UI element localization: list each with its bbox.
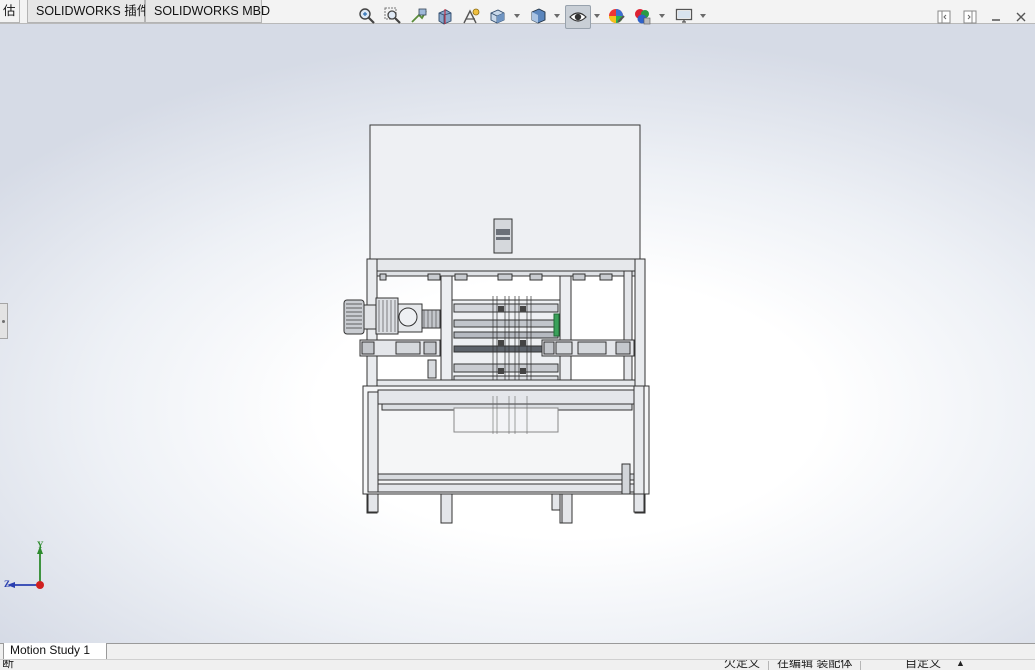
zoom-to-area-icon[interactable] (383, 6, 403, 26)
edit-appearance-icon[interactable] (606, 6, 626, 26)
hide-show-dropdown[interactable] (593, 12, 600, 20)
status-left-text: 断 (2, 659, 15, 670)
reference-triad: Y Z (2, 540, 52, 592)
view-orientation-dropdown[interactable] (513, 12, 520, 20)
status-bar: 断 欠定义 在编辑 装配体 自定义 ▲ (0, 659, 1035, 670)
view-orientation-icon[interactable] (487, 6, 507, 26)
section-view-icon[interactable] (435, 6, 455, 26)
apply-scene-dropdown[interactable] (658, 12, 665, 20)
view-settings-dropdown[interactable] (699, 12, 706, 20)
display-style-icon[interactable] (528, 6, 548, 26)
upper-frame-top-rail (366, 258, 646, 272)
status-separator (768, 661, 769, 670)
triad-z-label: Z (4, 579, 11, 589)
tab-solidworks-mbd[interactable]: SOLIDWORKS MBD (145, 0, 270, 23)
leg-1 (367, 493, 379, 513)
dynamic-annotation-icon[interactable] (461, 6, 481, 26)
close-icon[interactable] (1013, 9, 1029, 25)
leg-4 (561, 493, 573, 524)
hide-show-items-icon[interactable] (565, 5, 591, 29)
minimize-icon[interactable] (988, 9, 1004, 25)
leg-5 (633, 493, 645, 513)
zoom-to-fit-icon[interactable] (357, 6, 377, 26)
view-settings-icon[interactable] (674, 6, 694, 26)
units-caret-icon[interactable]: ▲ (956, 660, 965, 670)
display-style-dropdown[interactable] (553, 12, 560, 20)
status-under-defined: 欠定义 (724, 659, 761, 670)
leg-2 (440, 493, 453, 524)
left-motor-end (343, 299, 365, 335)
graphics-area[interactable]: Y Z (0, 24, 1035, 643)
green-indicator (553, 313, 560, 337)
restore-right-icon[interactable] (962, 9, 978, 25)
upper-motor (493, 218, 513, 254)
status-editing-assembly: 在编辑 装配体 (777, 659, 853, 670)
tab-evaluate-partial[interactable]: 估 (0, 0, 20, 23)
apply-scene-icon[interactable] (632, 6, 652, 26)
triad-y-label: Y (37, 540, 44, 550)
status-separator (860, 661, 861, 670)
assembly-model[interactable] (0, 24, 1035, 643)
tab-solidworks-addins[interactable]: SOLIDWORKS 插件 (27, 0, 149, 23)
previous-view-icon[interactable] (409, 6, 429, 26)
status-custom-units[interactable]: 自定义 (905, 660, 941, 670)
restore-left-icon[interactable] (936, 9, 952, 25)
leg-3 (551, 493, 561, 511)
tab-motion-study-1[interactable]: Motion Study 1 (3, 643, 107, 660)
bottom-tab-bar: Motion Study 1 (0, 643, 1035, 660)
